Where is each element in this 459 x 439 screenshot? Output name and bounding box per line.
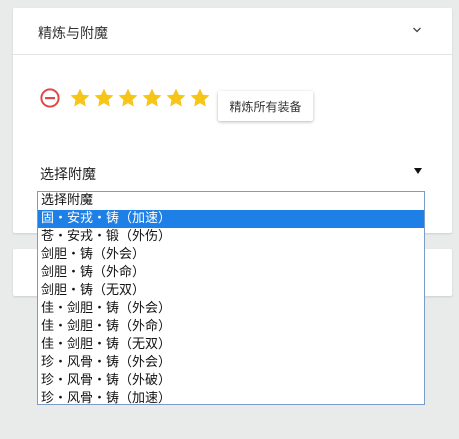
- dropdown-option[interactable]: 苍・安戎・锻（外伤）: [38, 228, 424, 246]
- dropdown-option[interactable]: 佳・剑胆・铸（无双）: [38, 336, 424, 354]
- star-icon[interactable]: [189, 87, 211, 109]
- dropdown-arrow-icon: [414, 168, 422, 174]
- enchant-select-value: 选择附魔: [40, 167, 96, 183]
- dropdown-option[interactable]: 佳・剑胆・铸（外命）: [38, 318, 424, 336]
- panel-header[interactable]: 精炼与附魔: [13, 8, 452, 55]
- dropdown-option[interactable]: 选择附魔: [38, 192, 424, 210]
- dropdown-option[interactable]: 珍・风骨・铸（加速）: [38, 390, 424, 408]
- dropdown-option[interactable]: 剑胆・铸（外命）: [38, 264, 424, 282]
- dropdown-option[interactable]: 珍・风骨・铸（外会）: [38, 354, 424, 372]
- refine-all-button[interactable]: 精炼所有装备: [218, 91, 313, 121]
- star-icon[interactable]: [69, 87, 91, 109]
- enchant-dropdown-list[interactable]: 选择附魔 固・安戎・铸（加速） 苍・安戎・锻（外伤） 剑胆・铸（外会） 剑胆・铸（外命）…: [37, 191, 425, 408]
- dropdown-option[interactable]: 佳・剑胆・铸（外会）: [38, 300, 424, 318]
- chevron-down-icon[interactable]: [412, 25, 422, 35]
- star-icon[interactable]: [165, 87, 187, 109]
- star-icon[interactable]: [117, 87, 139, 109]
- dropdown-option[interactable]: 剑胆・铸（外会）: [38, 246, 424, 264]
- dropdown-option[interactable]: 珍・风骨・铸（外破）: [38, 372, 424, 390]
- dropdown-option[interactable]: 剑胆・铸（无双）: [38, 282, 424, 300]
- star-icon[interactable]: [141, 87, 163, 109]
- panel-title: 精炼与附魔: [38, 26, 108, 42]
- remove-circle-icon[interactable]: [40, 88, 60, 108]
- star-icon[interactable]: [93, 87, 115, 109]
- dropdown-option[interactable]: 固・安戎・铸（加速）: [38, 210, 424, 228]
